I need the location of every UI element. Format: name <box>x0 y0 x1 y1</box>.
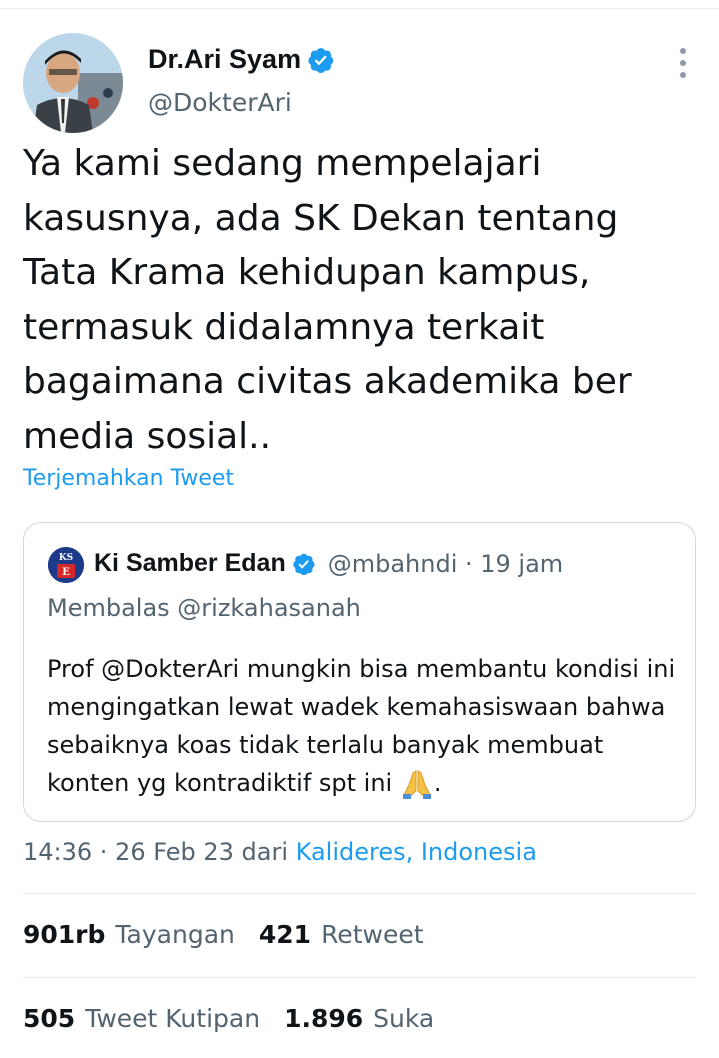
divider <box>23 977 696 978</box>
tweet-timestamp: 14:36 · 26 Feb 23 dari Kalideres, Indone… <box>23 838 537 866</box>
quoted-text-body: Prof @DokterAri mungkin bisa membantu ko… <box>47 655 676 797</box>
retweets-label: Retweet <box>321 920 424 949</box>
quoted-avatar-bottom-text: E <box>62 567 70 578</box>
retweets-stat[interactable]: 421 Retweet <box>259 920 424 949</box>
views-stat[interactable]: 901rb Tayangan <box>23 920 235 949</box>
stats-row-2: 505 Tweet Kutipan 1.896 Suka <box>23 1004 434 1033</box>
views-count: 901rb <box>23 920 106 949</box>
quoted-text-suffix: . <box>433 769 442 797</box>
quoted-avatar-logo: KS E <box>48 547 84 583</box>
quoted-avatar-top-text: KS <box>59 553 73 563</box>
verified-badge-icon <box>308 47 334 73</box>
top-divider <box>0 8 719 9</box>
author-name[interactable]: Dr.Ari Syam <box>148 44 301 75</box>
more-options-icon[interactable] <box>673 48 693 78</box>
author-handle[interactable]: @DokterAri <box>148 88 292 117</box>
tweet-text: Ya kami sedang mempelajari kasusnya, ada… <box>23 143 632 457</box>
quoted-author-avatar[interactable]: KS E <box>48 547 84 583</box>
folded-hands-emoji-icon <box>402 770 431 799</box>
quotes-label: Tweet Kutipan <box>85 1004 261 1033</box>
views-label: Tayangan <box>115 920 235 949</box>
author-avatar[interactable] <box>23 33 123 133</box>
quoted-handle-time[interactable]: @mbahndi · 19 jam <box>328 550 563 578</box>
quoted-author-name[interactable]: Ki Samber Edan <box>94 549 286 578</box>
quoted-verified-badge-icon <box>292 553 315 575</box>
quotes-count: 505 <box>23 1004 76 1033</box>
stats-row-1: 901rb Tayangan 421 Retweet <box>23 920 424 949</box>
likes-count: 1.896 <box>284 1004 364 1033</box>
quoted-tweet-text: Prof @DokterAri mungkin bisa membantu ko… <box>47 650 677 802</box>
likes-label: Suka <box>373 1004 435 1033</box>
translate-tweet-link[interactable]: Terjemahkan Tweet <box>23 466 234 491</box>
retweets-count: 421 <box>258 920 312 949</box>
quoted-reply-to: Membalas @rizkahasanah <box>47 594 361 622</box>
divider <box>23 893 696 894</box>
location-link[interactable]: Kalideres, Indonesia <box>296 838 537 866</box>
quote-tweets-stat[interactable]: 505 Tweet Kutipan <box>23 1004 260 1033</box>
avatar-photo <box>23 33 123 133</box>
likes-stat[interactable]: 1.896 Suka <box>284 1004 434 1033</box>
time-date: 14:36 · 26 Feb 23 dari <box>23 838 296 866</box>
quoted-tweet-card[interactable]: KS E Ki Samber Edan @mbahndi · 19 jam Me… <box>23 522 696 822</box>
